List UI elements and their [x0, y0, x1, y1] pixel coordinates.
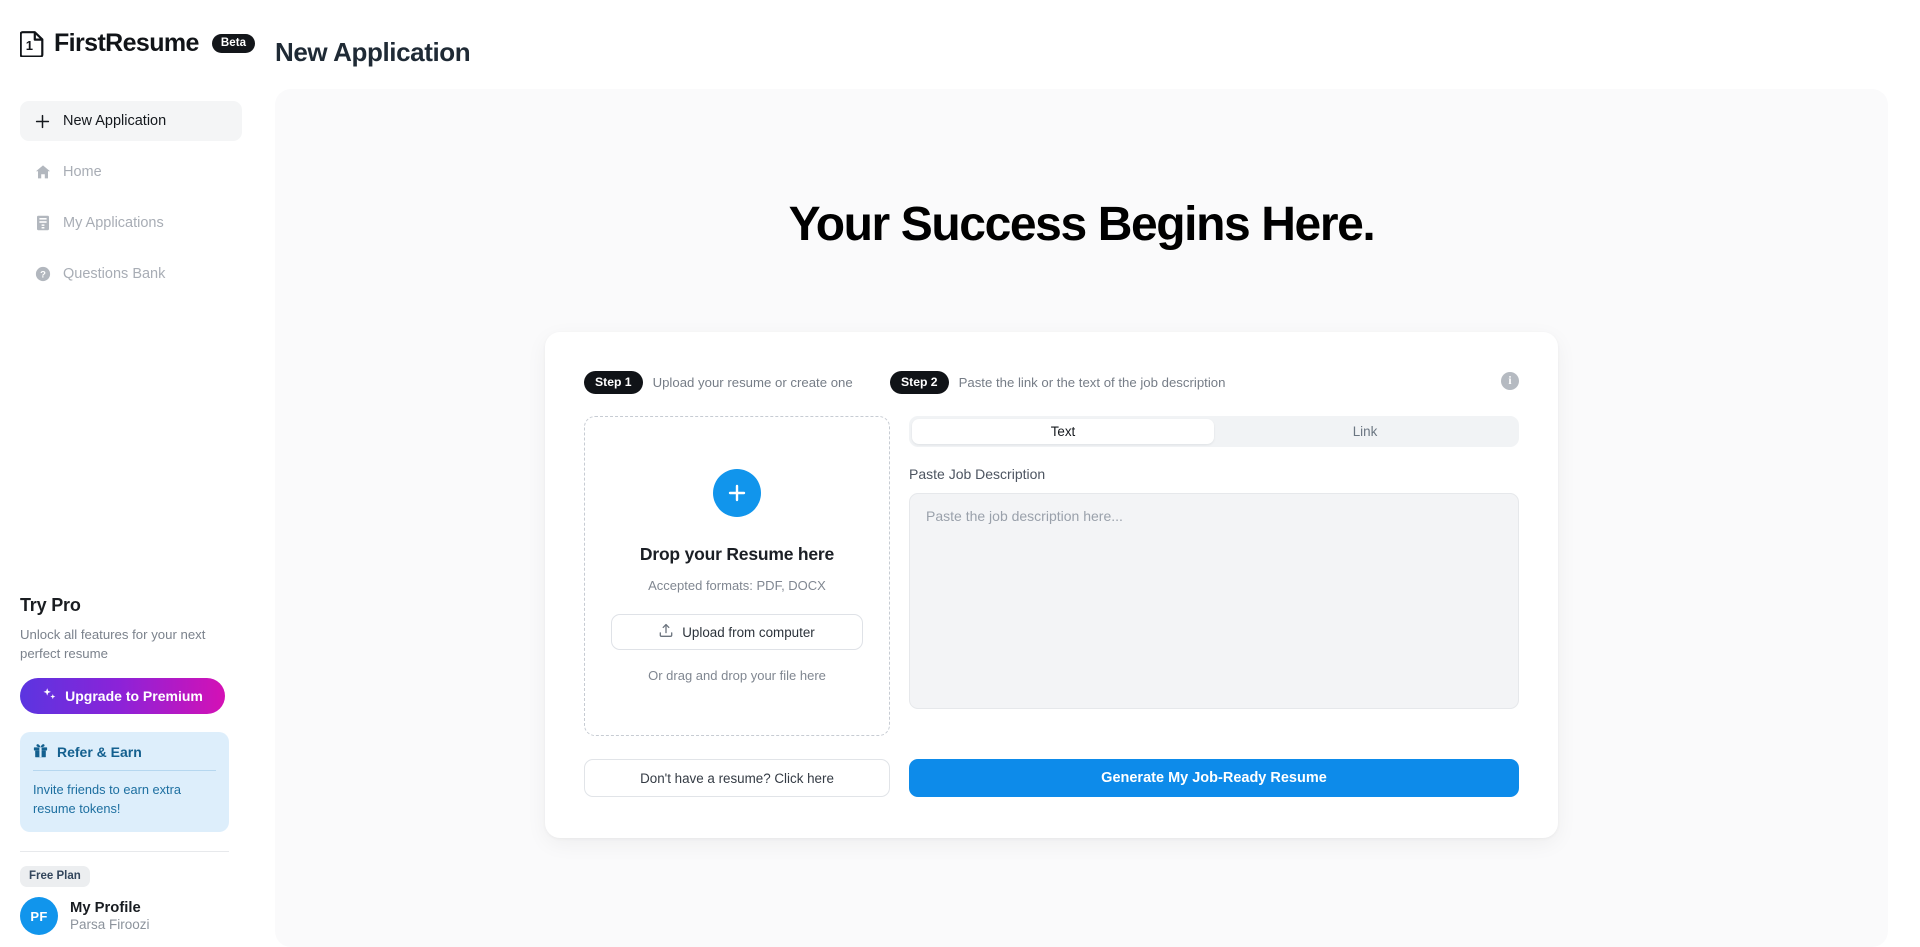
home-icon — [34, 164, 51, 181]
app-root: 1 FirstResume Beta New Application Home — [0, 0, 1920, 947]
svg-text:?: ? — [40, 270, 46, 281]
upgrade-button-label: Upgrade to Premium — [65, 688, 203, 705]
steps-row: Step 1 Upload your resume or create one … — [584, 371, 1519, 394]
try-pro-title: Try Pro — [20, 595, 81, 615]
profile-title: My Profile — [70, 900, 141, 916]
refer-header: Refer & Earn — [33, 743, 216, 771]
page-title: New Application — [275, 37, 471, 67]
step-1-badge: Step 1 — [584, 371, 643, 394]
info-icon[interactable]: i — [1501, 372, 1519, 390]
step-2-badge: Step 2 — [890, 371, 949, 394]
plan-badge: Free Plan — [20, 866, 90, 887]
refer-title: Refer & Earn — [57, 744, 142, 760]
plus-icon — [34, 113, 51, 130]
refer-body: Invite friends to earn extra resume toke… — [33, 782, 181, 817]
svg-text:1: 1 — [26, 38, 33, 53]
upload-button-label: Upload from computer — [682, 624, 815, 640]
question-circle-icon: ? — [34, 266, 51, 283]
job-description-column: Text Link Paste Job Description — [909, 416, 1519, 736]
step-2-label: Paste the link or the text of the job de… — [958, 375, 1226, 390]
job-description-input[interactable] — [909, 493, 1519, 709]
sidebar-item-label: New Application — [63, 113, 167, 129]
sparkles-icon — [42, 687, 57, 705]
sidebar-item-home[interactable]: Home — [20, 152, 242, 192]
sidebar-divider — [20, 851, 229, 852]
step-1-label: Upload your resume or create one — [652, 375, 853, 390]
step-1-group: Step 1 Upload your resume or create one — [584, 371, 890, 394]
upload-from-computer-button[interactable]: Upload from computer — [611, 614, 863, 650]
avatar: PF — [20, 897, 58, 935]
dropzone-title: Drop your Resume here — [639, 544, 835, 564]
upload-icon — [659, 623, 673, 641]
try-pro-section: Try Pro Unlock all features for your nex… — [20, 595, 232, 715]
brand-name: FirstResume — [54, 28, 199, 57]
sidebar-item-label: Questions Bank — [63, 266, 166, 282]
upload-column: Drop your Resume here Accepted formats: … — [584, 416, 890, 736]
content-panel: Your Success Begins Here. Upload your ex… — [275, 89, 1888, 947]
sidebar-item-label: My Applications — [63, 215, 164, 231]
refer-and-earn-card[interactable]: Refer & Earn Invite friends to earn extr… — [20, 732, 229, 832]
gift-icon — [33, 743, 48, 761]
hero-title: Your Success Begins Here. — [788, 198, 1376, 251]
dropzone-formats: Accepted formats: PDF, DOCX — [648, 578, 826, 593]
try-pro-subtitle: Unlock all features for your next perfec… — [20, 627, 206, 662]
brand-logo[interactable]: 1 FirstResume Beta — [19, 0, 256, 86]
card-actions: Don't have a resume? Click here Generate… — [584, 759, 1519, 797]
tab-text[interactable]: Text — [912, 419, 1214, 444]
step-2-group: Step 2 Paste the link or the text of the… — [890, 371, 1519, 394]
job-description-label: Paste Job Description — [909, 466, 1046, 482]
profile-section[interactable]: PF My Profile Parsa Firoozi — [20, 897, 150, 935]
no-resume-button[interactable]: Don't have a resume? Click here — [584, 759, 890, 797]
plus-icon — [713, 469, 761, 517]
main-content: New Application Your Success Begins Here… — [262, 0, 1920, 947]
card-columns: Drop your Resume here Accepted formats: … — [584, 416, 1519, 736]
sidebar-item-label: Home — [63, 164, 102, 180]
document-one-icon: 1 — [19, 30, 45, 58]
sidebar-item-new-application[interactable]: New Application — [20, 101, 242, 141]
sidebar-item-questions-bank[interactable]: ? Questions Bank — [20, 254, 242, 294]
upgrade-to-premium-button[interactable]: Upgrade to Premium — [20, 678, 225, 715]
beta-badge: Beta — [211, 33, 256, 53]
applications-icon — [34, 215, 51, 232]
sidebar-nav: New Application Home My Applications ? Q… — [20, 101, 242, 294]
tab-link[interactable]: Link — [1214, 419, 1516, 444]
dropzone-hint: Or drag and drop your file here — [648, 668, 826, 683]
sidebar: 1 FirstResume Beta New Application Home — [0, 0, 262, 947]
resume-dropzone[interactable]: Drop your Resume here Accepted formats: … — [584, 416, 890, 736]
generate-resume-button[interactable]: Generate My Job-Ready Resume — [909, 759, 1519, 797]
input-mode-tabs: Text Link — [909, 416, 1519, 447]
profile-name: Parsa Firoozi — [70, 917, 150, 932]
sidebar-item-my-applications[interactable]: My Applications — [20, 203, 242, 243]
application-card: Step 1 Upload your resume or create one … — [545, 332, 1558, 838]
